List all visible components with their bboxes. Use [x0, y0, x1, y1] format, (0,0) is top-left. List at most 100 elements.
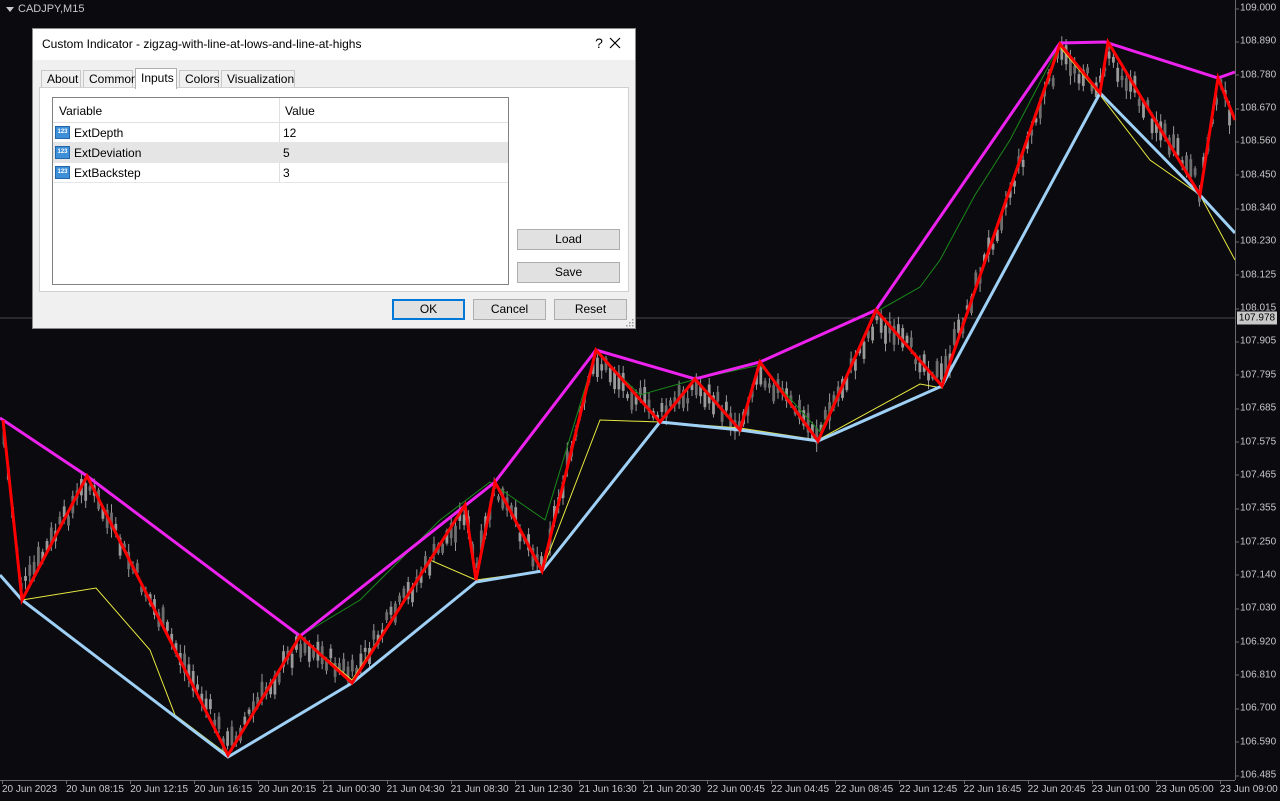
tab-colors[interactable]: Colors — [179, 70, 220, 87]
price-axis[interactable]: 109.000 108.890 108.780 108.670 108.560 108.4… — [1234, 0, 1280, 781]
table-row[interactable]: 123 ExtDeviation 5 — [53, 143, 508, 163]
candle-body — [772, 385, 776, 402]
price-tick-label: 108.670 — [1234, 102, 1277, 114]
tab-visualization[interactable]: Visualization — [221, 70, 295, 87]
time-tick-label: 21 Jun 00:30 — [322, 780, 381, 795]
price-tick-label: 108.340 — [1234, 202, 1277, 214]
candle-body — [716, 391, 720, 402]
candle-body — [166, 621, 169, 631]
integer-type-icon: 123 — [55, 126, 70, 139]
price-tick-label: 108.230 — [1234, 235, 1277, 247]
price-tick-label: 108.450 — [1234, 169, 1277, 181]
candle-body — [1189, 159, 1193, 177]
time-tick-label: 22 Jun 08:45 — [835, 780, 894, 795]
price-tick-label: 106.590 — [1234, 736, 1277, 748]
tab-about[interactable]: About — [41, 70, 81, 87]
table-row[interactable]: 123 ExtBackstep 3 — [53, 163, 508, 183]
param-value[interactable]: 5 — [283, 146, 290, 160]
candle-body — [1137, 99, 1141, 106]
candle-body — [363, 647, 367, 652]
time-tick-label: 21 Jun 20:30 — [643, 780, 701, 795]
candle-body — [1051, 77, 1055, 87]
time-tick-label: 20 Jun 08:15 — [66, 780, 124, 795]
cancel-button[interactable]: Cancel — [473, 299, 546, 320]
candle-body — [28, 564, 32, 576]
candle-body — [600, 364, 604, 371]
candle-body — [608, 367, 612, 383]
close-icon — [609, 37, 621, 49]
param-name: ExtDeviation — [74, 146, 142, 160]
price-tick-label: 109.000 — [1234, 2, 1277, 14]
custom-indicator-dialog: Custom Indicator - zigzag-with-line-at-l… — [32, 28, 636, 329]
time-tick-label: 20 Jun 16:15 — [194, 780, 253, 795]
candle-body — [703, 392, 707, 408]
price-tick-label: 108.560 — [1234, 135, 1277, 147]
time-tick-label: 21 Jun 16:30 — [578, 780, 637, 795]
price-tick-label: 106.485 — [1234, 769, 1277, 781]
price-tick-label: 108.125 — [1234, 269, 1277, 281]
candle-body — [196, 684, 199, 690]
candle-body — [217, 716, 221, 729]
candle-body — [350, 659, 354, 672]
time-tick-label: 22 Jun 12:45 — [899, 780, 958, 795]
dialog-title-bar[interactable]: Custom Indicator - zigzag-with-line-at-l… — [33, 29, 635, 60]
price-tick-label: 108.890 — [1234, 35, 1277, 47]
reset-button[interactable]: Reset — [554, 299, 627, 320]
candle-body — [329, 648, 333, 659]
candle-body — [1112, 56, 1115, 63]
integer-type-icon: 123 — [55, 166, 70, 179]
candle-body — [596, 357, 599, 377]
time-axis[interactable]: 20 Jun 2023 20 Jun 08:15 20 Jun 12:15 20 Ju… — [0, 780, 1278, 801]
table-row[interactable]: 123 ExtDepth 12 — [53, 123, 508, 143]
tab-inputs[interactable]: Inputs — [135, 68, 177, 89]
time-tick-label: 23 Jun 09:00 — [1219, 780, 1278, 795]
price-tick-label: 107.905 — [1234, 335, 1277, 347]
inputs-panel: Variable Value 123 ExtDepth 12 123 ExtDe… — [39, 87, 629, 292]
candle-body — [290, 653, 294, 668]
time-tick-label: 21 Jun 12:30 — [514, 780, 573, 795]
price-tick-label: 107.140 — [1234, 569, 1277, 581]
candle-body — [299, 643, 303, 658]
candle-body — [67, 516, 70, 526]
candle-body — [24, 576, 27, 581]
param-value[interactable]: 12 — [283, 126, 296, 140]
candle-body — [686, 398, 690, 404]
candle-body — [441, 543, 444, 553]
candle-body — [759, 365, 763, 385]
save-button[interactable]: Save — [517, 262, 620, 283]
header-variable[interactable]: Variable — [59, 104, 102, 118]
candle-body — [1073, 66, 1077, 74]
candle-body — [909, 337, 913, 347]
price-tick-label: 107.250 — [1234, 536, 1277, 548]
price-tick-label: 107.795 — [1234, 369, 1277, 381]
resize-grip-icon[interactable] — [626, 319, 634, 327]
candle-body — [660, 403, 664, 412]
price-tick-label: 106.700 — [1234, 702, 1277, 714]
candle-body — [372, 630, 376, 640]
integer-type-icon: 123 — [55, 146, 70, 159]
time-tick-label: 22 Jun 16:45 — [963, 780, 1022, 795]
candle-body — [307, 645, 311, 662]
candle-body — [1116, 67, 1120, 82]
candle-body — [626, 394, 629, 399]
param-value[interactable]: 3 — [283, 166, 290, 180]
price-tick-label: 108.780 — [1234, 69, 1277, 81]
inputs-grid[interactable]: Variable Value 123 ExtDepth 12 123 ExtDe… — [52, 97, 509, 285]
candle-body — [768, 383, 771, 388]
chevron-down-icon[interactable] — [6, 6, 14, 12]
candle-body — [454, 525, 457, 543]
param-name: ExtDepth — [74, 126, 124, 140]
tab-common[interactable]: Common — [83, 70, 138, 87]
header-value[interactable]: Value — [285, 104, 315, 118]
time-tick-label: 21 Jun 08:30 — [450, 780, 509, 795]
candle-body — [952, 329, 956, 345]
candle-body — [209, 699, 212, 710]
candle-body — [1150, 118, 1154, 134]
symbol-label[interactable]: CADJPY,M15 — [6, 3, 84, 15]
time-tick-label: 20 Jun 2023 — [2, 780, 58, 795]
ok-button[interactable]: OK — [392, 299, 465, 320]
candle-body — [497, 496, 500, 501]
close-button[interactable] — [603, 32, 627, 56]
load-button[interactable]: Load — [517, 229, 620, 250]
candle-body — [1077, 74, 1081, 84]
